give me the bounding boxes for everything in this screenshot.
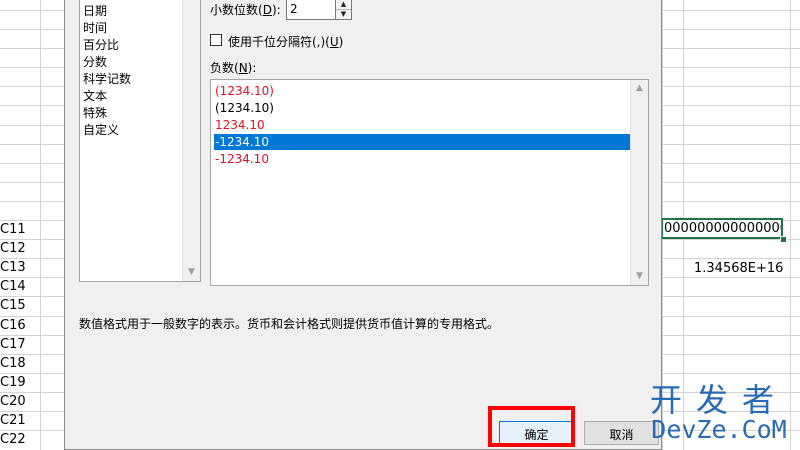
category-item[interactable]: 自定义 — [83, 122, 119, 139]
category-item[interactable]: 科学记数 — [83, 71, 131, 88]
row-label: C12 — [0, 241, 26, 256]
cell-c13-value[interactable]: 1.34568E+16 — [694, 261, 783, 276]
spin-down-icon[interactable]: ▼ — [336, 9, 351, 19]
row-label: C19 — [0, 375, 26, 390]
negative-numbers-list[interactable]: (1234.10) (1234.10) 1234.10 -1234.10 -1234.1… — [210, 79, 649, 286]
active-cell[interactable]: 000000000000000.00 — [661, 218, 783, 239]
negative-number-option[interactable]: (1234.10) — [214, 83, 633, 99]
row-label: C13 — [0, 260, 26, 275]
negative-number-option[interactable]: -1234.10 — [214, 151, 633, 167]
scroll-down-icon[interactable]: ▼ — [183, 264, 200, 281]
thousands-separator-checkbox[interactable] — [210, 34, 222, 46]
category-item[interactable]: 百分比 — [83, 37, 119, 54]
grid-column-line — [40, 0, 41, 450]
negative-list-scrollbar[interactable]: ▲ ▼ — [630, 80, 648, 285]
category-list[interactable]: 会计专用日期时间百分比分数科学记数文本特殊自定义 ▼ — [79, 0, 201, 282]
decimal-places-input[interactable]: 2 — [286, 0, 336, 20]
category-scrollbar[interactable]: ▼ — [182, 0, 200, 281]
format-description: 数值格式用于一般数字的表示。货币和会计格式则提供货币值计算的专用格式。 — [79, 317, 500, 331]
decimal-places-spinner[interactable]: ▲ ▼ — [336, 0, 352, 20]
thousands-separator-label[interactable]: 使用千位分隔符(,)(U) — [228, 33, 343, 50]
row-label: C22 — [0, 432, 26, 447]
highlight-annotation — [488, 406, 575, 447]
row-label: C20 — [0, 394, 26, 409]
category-item[interactable]: 特殊 — [83, 105, 107, 122]
category-item[interactable]: 日期 — [83, 3, 107, 20]
row-label: C14 — [0, 279, 26, 294]
decimal-places-label: 小数位数(D): — [210, 3, 281, 17]
watermark-line2: DevZe.CoM — [651, 415, 787, 444]
row-label: C18 — [0, 356, 26, 371]
category-item[interactable]: 文本 — [83, 88, 107, 105]
row-label: C11 — [0, 222, 26, 237]
category-item[interactable]: 分数 — [83, 54, 107, 71]
negative-number-option[interactable]: 1234.10 — [214, 117, 633, 133]
row-label: C16 — [0, 318, 26, 333]
watermark-line1: 开发者 — [649, 381, 788, 419]
scroll-down-icon[interactable]: ▼ — [631, 268, 648, 285]
row-label: C21 — [0, 413, 26, 428]
category-item[interactable]: 时间 — [83, 20, 107, 37]
negative-numbers-label: 负数(N): — [210, 61, 257, 75]
scroll-up-icon[interactable]: ▲ — [631, 80, 648, 97]
row-label: C17 — [0, 337, 26, 352]
negative-number-option[interactable]: (1234.10) — [214, 100, 633, 116]
fill-handle[interactable] — [780, 236, 787, 243]
negative-number-option[interactable]: -1234.10 — [214, 134, 633, 150]
watermark-logo: 开发者 DevZe.CoM — [640, 383, 798, 448]
row-label: C15 — [0, 298, 26, 313]
